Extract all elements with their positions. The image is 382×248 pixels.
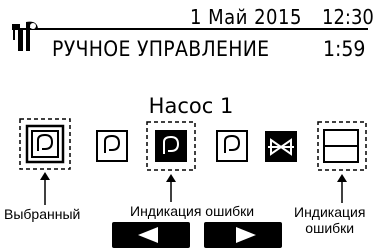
callout-arrow-selected [40, 172, 50, 205]
time-display: 12:30 [322, 5, 374, 29]
component-pump-2[interactable] [96, 130, 128, 162]
nav-left-button[interactable] [112, 222, 190, 248]
caption-fault-indication-right: Индикация ошибки [294, 204, 365, 236]
pump-icon [104, 134, 121, 153]
page-title: РУЧНОЕ УПРАВЛЕНИЕ [52, 37, 270, 61]
manual-control-screen: 1 Май 2015 12:30 РУЧНОЕ УПРАВЛЕНИЕ 1:59 … [0, 0, 382, 248]
pump-icon [224, 134, 241, 153]
component-heater-fault[interactable] [317, 121, 367, 171]
pump-icon [37, 133, 54, 151]
caption-fault-right-line2: ошибки [305, 220, 355, 236]
caption-selected: Выбранный [4, 206, 81, 222]
component-pump-3-fault[interactable] [146, 121, 196, 171]
callout-arrow-fault [166, 174, 176, 202]
countdown-timer: 1:59 [323, 37, 366, 61]
wrench-screwdriver-icon [12, 21, 38, 51]
component-title: Насос 1 [148, 94, 234, 118]
component-pump-4[interactable] [216, 130, 248, 162]
caption-fault-indication: Индикация ошибки [130, 203, 255, 219]
caption-fault-right-line1: Индикация [294, 204, 366, 220]
component-valve[interactable] [265, 131, 297, 162]
callout-arrow-fault-right [337, 174, 347, 203]
nav-right-button[interactable] [204, 222, 282, 248]
component-pump-1-selected[interactable] [19, 118, 71, 170]
date-display: 1 Май 2015 [190, 5, 302, 29]
